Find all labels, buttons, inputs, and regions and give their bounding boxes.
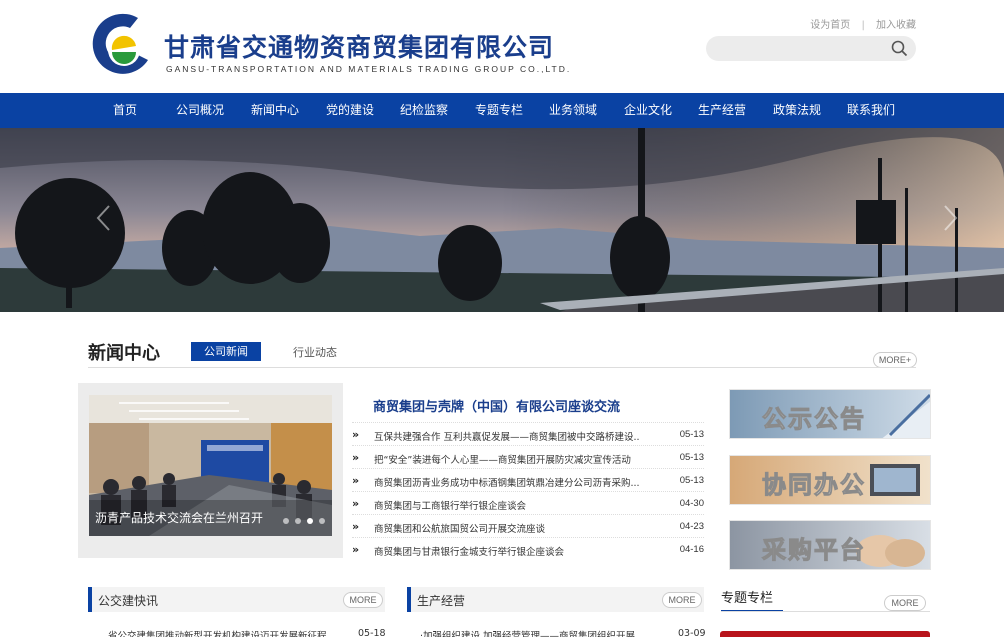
main-nav: 首页 公司概况 新闻中心 党的建设 纪检监察 专题专栏 业务领域 企业文化 生产… xyxy=(0,93,1004,128)
news-list-item[interactable]: » 商贸集团和公航旅国贸公司开展交流座谈 04-23 xyxy=(352,514,704,537)
nav-item-production[interactable]: 生产经营 xyxy=(698,93,746,128)
section-head-production: 生产经营 xyxy=(407,587,704,612)
news-list: » 互保共建强合作 互利共赢促发展——商贸集团被中交路桥建设... 05-13 … xyxy=(352,422,704,560)
news-item-title[interactable]: 商贸集团和公航旅国贸公司开展交流座谈 xyxy=(374,521,639,535)
nav-item-contact[interactable]: 联系我们 xyxy=(847,93,895,128)
company-name-en: GANSU-TRANSPORTATION AND MATERIALS TRADI… xyxy=(166,64,572,74)
section-head-transport-news: 公交建快讯 xyxy=(88,587,385,612)
nav-item-discipline[interactable]: 纪检监察 xyxy=(400,93,448,128)
tile-public-notice[interactable]: 公示公告 xyxy=(729,389,931,439)
special-column-banner[interactable] xyxy=(720,631,930,637)
nav-item-business[interactable]: 业务领域 xyxy=(549,93,597,128)
news-more-button[interactable]: MORE+ xyxy=(873,352,917,368)
tile-office-collab[interactable]: 协同办公 xyxy=(729,455,931,505)
tile-purchase-platform-label: 采购平台 xyxy=(762,536,866,565)
news-item-title[interactable]: 商贸集团与甘肃银行金城支行举行银企座谈会 xyxy=(374,544,639,558)
news-center-title: 新闻中心 xyxy=(88,343,160,364)
tile-purchase-platform[interactable]: 采购平台 xyxy=(729,520,931,570)
news-divider xyxy=(88,367,916,368)
nav-item-about[interactable]: 公司概况 xyxy=(176,93,224,128)
news-list-item[interactable]: » 商贸集团与工商银行举行银企座谈会 04-30 xyxy=(352,491,704,514)
special-column-title: 专题专栏 xyxy=(721,591,774,606)
header: 甘肃省交通物资商贸集团有限公司 GANSU-TRANSPORTATION AND… xyxy=(0,0,1004,93)
search-box xyxy=(706,36,916,61)
photo-pagination xyxy=(283,518,327,526)
company-logo-icon[interactable] xyxy=(90,12,156,78)
tab-company-news[interactable]: 公司新闻 xyxy=(191,342,261,361)
special-column-divider xyxy=(721,611,930,612)
special-column-more-button[interactable]: MORE xyxy=(884,595,926,611)
search-input[interactable] xyxy=(718,40,878,57)
double-arrow-icon: » xyxy=(352,474,360,487)
tab-industry-news[interactable]: 行业动态 xyxy=(293,344,337,360)
double-arrow-icon: » xyxy=(352,428,360,441)
photo-dot-4[interactable] xyxy=(319,518,325,524)
news-list-item[interactable]: » 商贸集团沥青业务成功中标酒钢集团筑鼎冶建分公司沥青采购... 05-13 xyxy=(352,468,704,491)
photo-dot-2[interactable] xyxy=(295,518,301,524)
section-title-production: 生产经营 xyxy=(417,594,466,608)
banner-landscape-image xyxy=(0,128,1004,312)
tile-public-notice-label: 公示公告 xyxy=(762,405,866,434)
news-list-item[interactable]: » 商贸集团与甘肃银行金城支行举行银企座谈会 04-16 xyxy=(352,537,704,560)
double-arrow-icon: » xyxy=(352,520,360,533)
transport-news-more-button[interactable]: MORE xyxy=(343,592,383,608)
nav-item-party[interactable]: 党的建设 xyxy=(326,93,374,128)
banner-prev-arrow-icon[interactable] xyxy=(94,203,114,233)
news-list-item[interactable]: » 把“安全”装进每个人心里——商贸集团开展防灾减灾宣传活动 05-13 xyxy=(352,445,704,468)
link-separator: | xyxy=(861,20,865,31)
hero-banner[interactable] xyxy=(0,128,1004,312)
nav-item-news[interactable]: 新闻中心 xyxy=(251,93,299,128)
photo-caption[interactable]: 沥青产品技术交流会在兰州召开 xyxy=(95,509,263,526)
double-arrow-icon: » xyxy=(352,451,360,464)
photo-dot-3[interactable] xyxy=(307,518,313,524)
double-arrow-icon: » xyxy=(352,543,360,556)
news-item-date: 05-13 xyxy=(679,475,704,486)
section-accent-bar xyxy=(407,587,411,612)
production-more-button[interactable]: MORE xyxy=(662,592,702,608)
section-accent-bar xyxy=(88,587,92,612)
news-item-date: 05-13 xyxy=(679,452,704,463)
section-title-transport-news: 公交建快讯 xyxy=(98,594,159,608)
top-links: 设为首页 | 加入收藏 xyxy=(810,16,916,31)
production-item-date: 03-09 xyxy=(678,628,706,637)
add-favorite-link[interactable]: 加入收藏 xyxy=(876,20,916,31)
news-headline[interactable]: 商贸集团与壳牌（中国）有限公司座谈交流 xyxy=(373,396,620,415)
nav-item-special[interactable]: 专题专栏 xyxy=(475,93,523,128)
news-item-date: 04-23 xyxy=(679,521,704,532)
banner-next-arrow-icon[interactable] xyxy=(940,203,960,233)
news-item-date: 05-13 xyxy=(679,429,704,440)
news-list-item[interactable]: » 互保共建强合作 互利共赢促发展——商贸集团被中交路桥建设... 05-13 xyxy=(352,422,704,445)
news-item-date: 04-30 xyxy=(679,498,704,509)
set-homepage-link[interactable]: 设为首页 xyxy=(810,20,850,31)
news-item-date: 04-16 xyxy=(679,544,704,555)
transport-news-item-title[interactable]: 省公交建集团推动新型开发机构建设迈开发展新征程 xyxy=(108,628,348,637)
nav-item-home[interactable]: 首页 xyxy=(113,93,137,128)
production-item-title[interactable]: ·加强组织建设 加强经营管理——商贸集团组织开展... xyxy=(420,628,660,637)
nav-item-policy[interactable]: 政策法规 xyxy=(773,93,821,128)
photo-dot-1[interactable] xyxy=(283,518,289,524)
news-item-title[interactable]: 商贸集团沥青业务成功中标酒钢集团筑鼎冶建分公司沥青采购... xyxy=(374,475,639,489)
company-name-cn: 甘肃省交通物资商贸集团有限公司 xyxy=(164,33,555,62)
news-item-title[interactable]: 把“安全”装进每个人心里——商贸集团开展防灾减灾宣传活动 xyxy=(374,452,639,466)
transport-news-item-date: 05-18 xyxy=(358,628,386,637)
tile-office-collab-label: 协同办公 xyxy=(762,471,866,500)
search-icon[interactable] xyxy=(891,40,908,57)
nav-item-culture[interactable]: 企业文化 xyxy=(624,93,672,128)
news-item-title[interactable]: 互保共建强合作 互利共赢促发展——商贸集团被中交路桥建设... xyxy=(374,429,639,443)
news-item-title[interactable]: 商贸集团与工商银行举行银企座谈会 xyxy=(374,498,639,512)
double-arrow-icon: » xyxy=(352,497,360,510)
